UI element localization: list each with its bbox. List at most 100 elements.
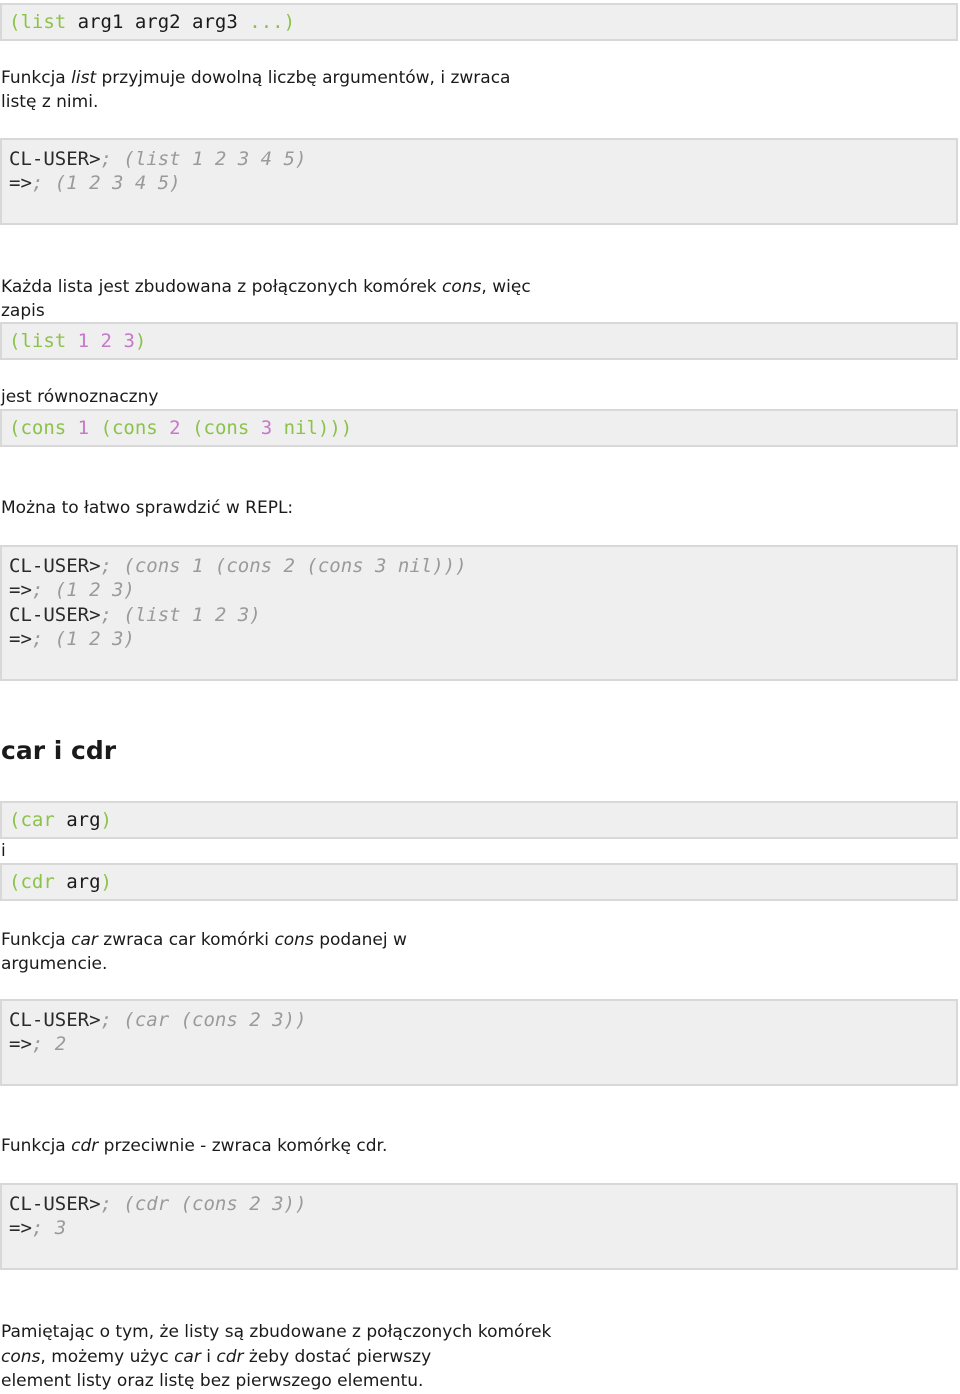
number: 3 — [123, 330, 135, 352]
text: Funkcja — [1, 930, 72, 950]
code-token: (cons — [180, 417, 261, 439]
text: argumencie. — [1, 954, 108, 974]
repl-output: ; 2 — [31, 1033, 67, 1055]
number: 2 — [169, 417, 181, 439]
text: Funkcja — [1, 68, 72, 88]
emphasis: cdr — [71, 1136, 99, 1156]
code-line: (list arg1 arg2 arg3 ...) — [9, 11, 295, 33]
emphasis: car — [71, 930, 98, 950]
repl-block-list: CL-USER>; (list 1 2 3 4 5) =>; (1 2 3 4 … — [0, 138, 958, 225]
paragraph-cdr-desc: Funkcja cdr przeciwnie - zwraca komórkę … — [1, 1136, 387, 1156]
code-block-list-example: (list 1 2 3) — [0, 322, 958, 360]
emphasis: cons — [274, 930, 314, 950]
text: , więc — [481, 277, 531, 297]
code-line: (cons 1 (cons 2 (cons 3 nil))) — [9, 417, 352, 439]
rest-args: ... — [249, 11, 284, 33]
number: 3 — [260, 417, 273, 439]
repl-prompt: CL-USER> — [9, 604, 101, 626]
paren: ( — [9, 11, 21, 33]
paren: ) — [134, 330, 147, 352]
repl-line: =>; 2 — [9, 1033, 66, 1055]
code-line: (cdr arg) — [9, 871, 112, 893]
code-line: (car arg) — [9, 809, 112, 831]
argument: arg — [66, 809, 101, 831]
repl-output: ; (1 2 3) — [31, 628, 135, 650]
paragraph-equivalent: jest równoznaczny — [1, 387, 159, 407]
argument: arg — [66, 871, 101, 893]
repl-output: ; (1 2 3 4 5) — [31, 172, 181, 194]
paragraph-list-desc: Funkcja list przyjmuje dowolną liczbę ar… — [1, 66, 510, 114]
number: 2 — [100, 330, 112, 352]
repl-output: ; 3 — [31, 1217, 67, 1239]
text: zwraca car komórki — [97, 930, 275, 950]
number: 1 — [77, 417, 90, 439]
repl-input: ; (car (cons 2 3)) — [100, 1009, 307, 1031]
code-block-cdr-signature: (cdr arg) — [0, 863, 958, 901]
repl-line: CL-USER>; (list 1 2 3 4 5) — [9, 148, 306, 170]
repl-prompt: CL-USER> — [9, 1193, 101, 1215]
repl-line: CL-USER>; (cdr (cons 2 3)) — [9, 1193, 306, 1215]
paragraph-repl-check: Można to łatwo sprawdzić w REPL: — [1, 498, 294, 518]
code-token: (cons — [9, 417, 78, 439]
repl-arrow: => — [9, 1217, 32, 1239]
code-token: (cons — [89, 417, 170, 439]
emphasis: car — [174, 1346, 201, 1367]
code-block-cons-example: (cons 1 (cons 2 (cons 3 nil))) — [0, 409, 958, 447]
emphasis: list — [71, 68, 97, 88]
arguments: arg1 arg2 arg3 — [66, 11, 250, 33]
section-heading: car i cdr — [1, 736, 117, 765]
repl-block-car: CL-USER>; (car (cons 2 3)) =>; 2 — [0, 999, 958, 1086]
number: 1 — [77, 330, 90, 352]
repl-input: ; (list 1 2 3 4 5) — [100, 148, 307, 170]
conjunction: i — [1, 841, 6, 861]
text: Funkcja — [1, 1136, 72, 1156]
repl-arrow: => — [9, 1033, 32, 1055]
emphasis: cdr — [216, 1346, 244, 1367]
text: żeby dostać pierwszy — [243, 1346, 432, 1367]
paren: ) — [100, 809, 112, 831]
repl-prompt: CL-USER> — [9, 148, 101, 170]
repl-input: ; (cons 1 (cons 2 (cons 3 nil))) — [100, 555, 467, 577]
repl-line: CL-USER>; (car (cons 2 3)) — [9, 1009, 306, 1031]
repl-line: =>; (1 2 3) — [9, 628, 135, 650]
repl-output: ; (1 2 3) — [31, 579, 135, 601]
code-line: (list 1 2 3) — [9, 330, 146, 352]
code-token: (list — [9, 330, 78, 352]
paren: ) — [100, 871, 112, 893]
code-token: (cdr — [9, 871, 67, 893]
text: listę z nimi. — [1, 92, 99, 112]
text: Każda lista jest zbudowana z połączonych… — [1, 277, 443, 297]
repl-prompt: CL-USER> — [9, 1009, 101, 1031]
text: zapis — [1, 301, 45, 321]
repl-line: =>; (1 2 3 4 5) — [9, 172, 181, 194]
repl-line: CL-USER>; (list 1 2 3) — [9, 604, 261, 626]
paren: ) — [283, 11, 296, 33]
text: element listy oraz listę bez pierwszego … — [1, 1371, 424, 1391]
repl-line: =>; (1 2 3) — [9, 579, 135, 601]
paragraph-summary: Pamiętając o tym, że listy są zbudowane … — [1, 1320, 551, 1394]
repl-line: CL-USER>; (cons 1 (cons 2 (cons 3 nil))) — [9, 555, 467, 577]
code-token: nil))) — [272, 417, 353, 439]
text: podanej w — [313, 930, 407, 950]
repl-arrow: => — [9, 172, 32, 194]
repl-input: ; (cdr (cons 2 3)) — [100, 1193, 307, 1215]
code-block-car-signature: (car arg) — [0, 801, 958, 839]
code-token: (car — [9, 809, 67, 831]
paragraph-car-desc: Funkcja car zwraca car komórki cons poda… — [1, 928, 407, 976]
repl-input: ; (list 1 2 3) — [100, 604, 261, 626]
paragraph-cons: Każda lista jest zbudowana z połączonych… — [1, 275, 531, 323]
repl-block-cons: CL-USER>; (cons 1 (cons 2 (cons 3 nil)))… — [0, 545, 958, 681]
code-block-list-signature: (list arg1 arg2 arg3 ...) — [0, 3, 958, 41]
repl-prompt: CL-USER> — [9, 555, 101, 577]
function-name: list — [20, 11, 67, 33]
text: przyjmuje dowolną liczbę argumentów, i z… — [96, 68, 511, 88]
text: Pamiętając o tym, że listy są zbudowane … — [1, 1322, 552, 1342]
text: i — [200, 1346, 217, 1367]
emphasis: cons — [1, 1346, 41, 1367]
repl-arrow: => — [9, 579, 32, 601]
repl-arrow: => — [9, 628, 32, 650]
repl-block-cdr: CL-USER>; (cdr (cons 2 3)) =>; 3 — [0, 1183, 958, 1270]
text: , możemy użyc — [40, 1346, 175, 1367]
